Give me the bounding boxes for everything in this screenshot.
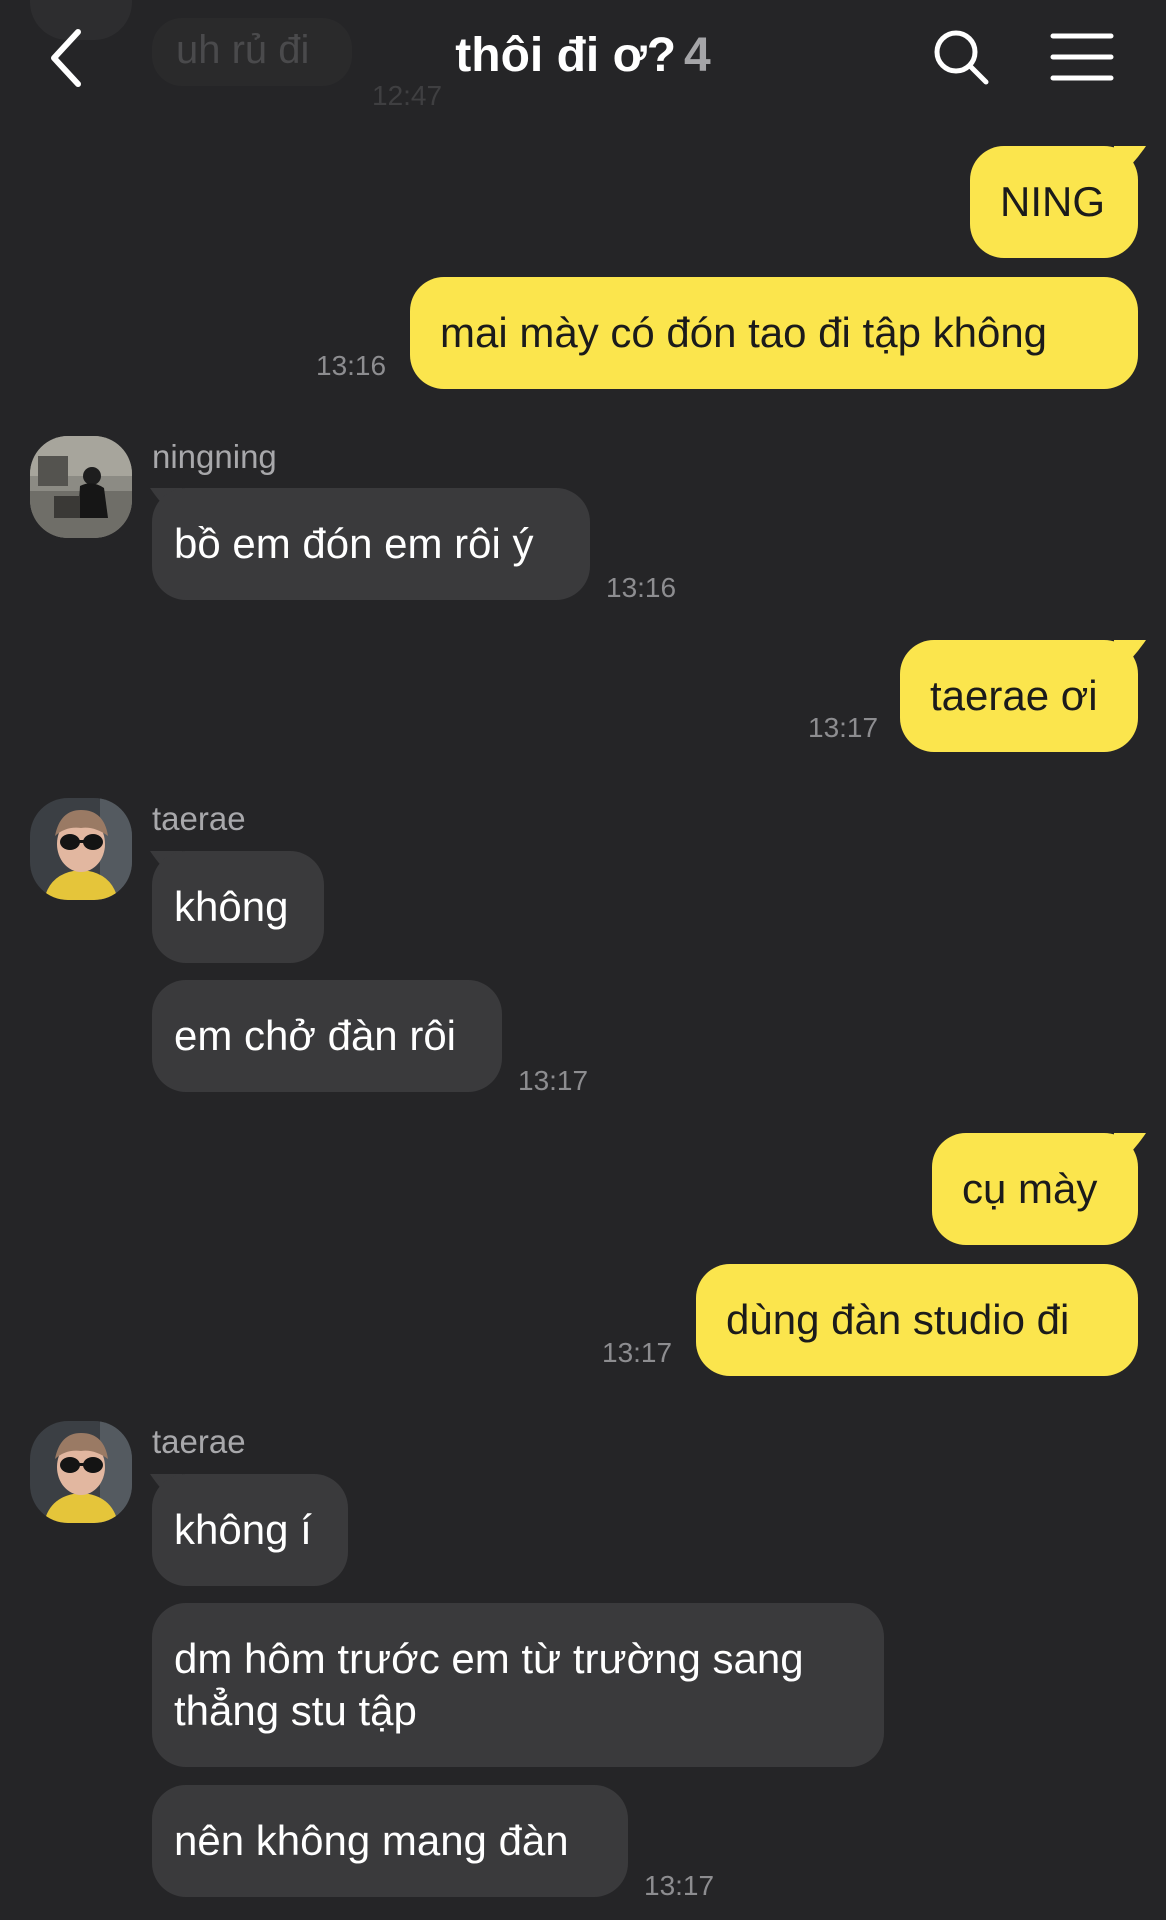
message-text: bồ em đón em rôi ý (174, 520, 534, 567)
chat-header: thôi đi ơ? 4 (0, 0, 1166, 112)
message-time: 13:17 (602, 1337, 673, 1368)
message-text: mai mày có đón tao đi tập không (440, 309, 1048, 356)
search-icon (934, 30, 989, 85)
avatar-taerae[interactable] (30, 1421, 132, 1523)
outgoing-message-bubble[interactable]: dùng đàn studio đi (696, 1264, 1138, 1376)
ningning-photo (30, 436, 132, 538)
incoming-message-bubble[interactable]: bồ em đón em rôi ý (152, 488, 590, 600)
outgoing-message-bubble[interactable]: mai mày có đón tao đi tập không (410, 277, 1138, 389)
sender-name: taerae (152, 1423, 246, 1460)
outgoing-message-bubble[interactable]: taerae ơi (900, 640, 1138, 752)
hamburger-menu-icon (1050, 33, 1114, 81)
message-time: 13:16 (606, 572, 677, 603)
chat-title-text: thôi đi ơ? (455, 29, 677, 82)
message-time: 13:17 (518, 1065, 589, 1096)
message-text: em chở đàn rôi (174, 1012, 457, 1059)
incoming-message-bubble[interactable]: không (152, 851, 324, 963)
avatar-taerae[interactable] (30, 798, 132, 900)
message-text: dm hôm trước em từ trường sang thẳng stu… (174, 1635, 804, 1734)
outgoing-message-bubble[interactable]: NING (970, 146, 1138, 258)
member-count: 4 (684, 29, 711, 82)
search-button[interactable] (932, 28, 990, 86)
avatar-ningning[interactable] (30, 436, 132, 538)
taerae-photo (30, 1421, 132, 1523)
taerae-photo (30, 798, 132, 900)
chat-title: thôi đi ơ? 4 (0, 28, 1166, 83)
message-text: không (174, 883, 289, 930)
message-text: cụ mày (962, 1165, 1098, 1212)
sender-name: ningning (152, 438, 277, 475)
menu-button[interactable] (1050, 32, 1114, 82)
message-time: 13:17 (644, 1870, 715, 1901)
message-text: dùng đàn studio đi (726, 1296, 1070, 1343)
message-time: 13:17 (808, 712, 879, 743)
incoming-message-bubble[interactable]: nên không mang đàn (152, 1785, 628, 1897)
message-text: taerae ơi (930, 672, 1098, 719)
incoming-message-bubble[interactable]: dm hôm trước em từ trường sang thẳng stu… (152, 1603, 884, 1767)
incoming-message-bubble[interactable]: em chở đàn rôi (152, 980, 502, 1092)
message-time: 13:16 (316, 350, 387, 381)
outgoing-message-bubble[interactable]: cụ mày (932, 1133, 1138, 1245)
message-text: nên không mang đàn (174, 1817, 569, 1864)
message-text: không í (174, 1506, 312, 1553)
sender-name: taerae (152, 800, 246, 837)
incoming-message-bubble[interactable]: không í (152, 1474, 348, 1586)
message-text: NING (1000, 178, 1105, 225)
